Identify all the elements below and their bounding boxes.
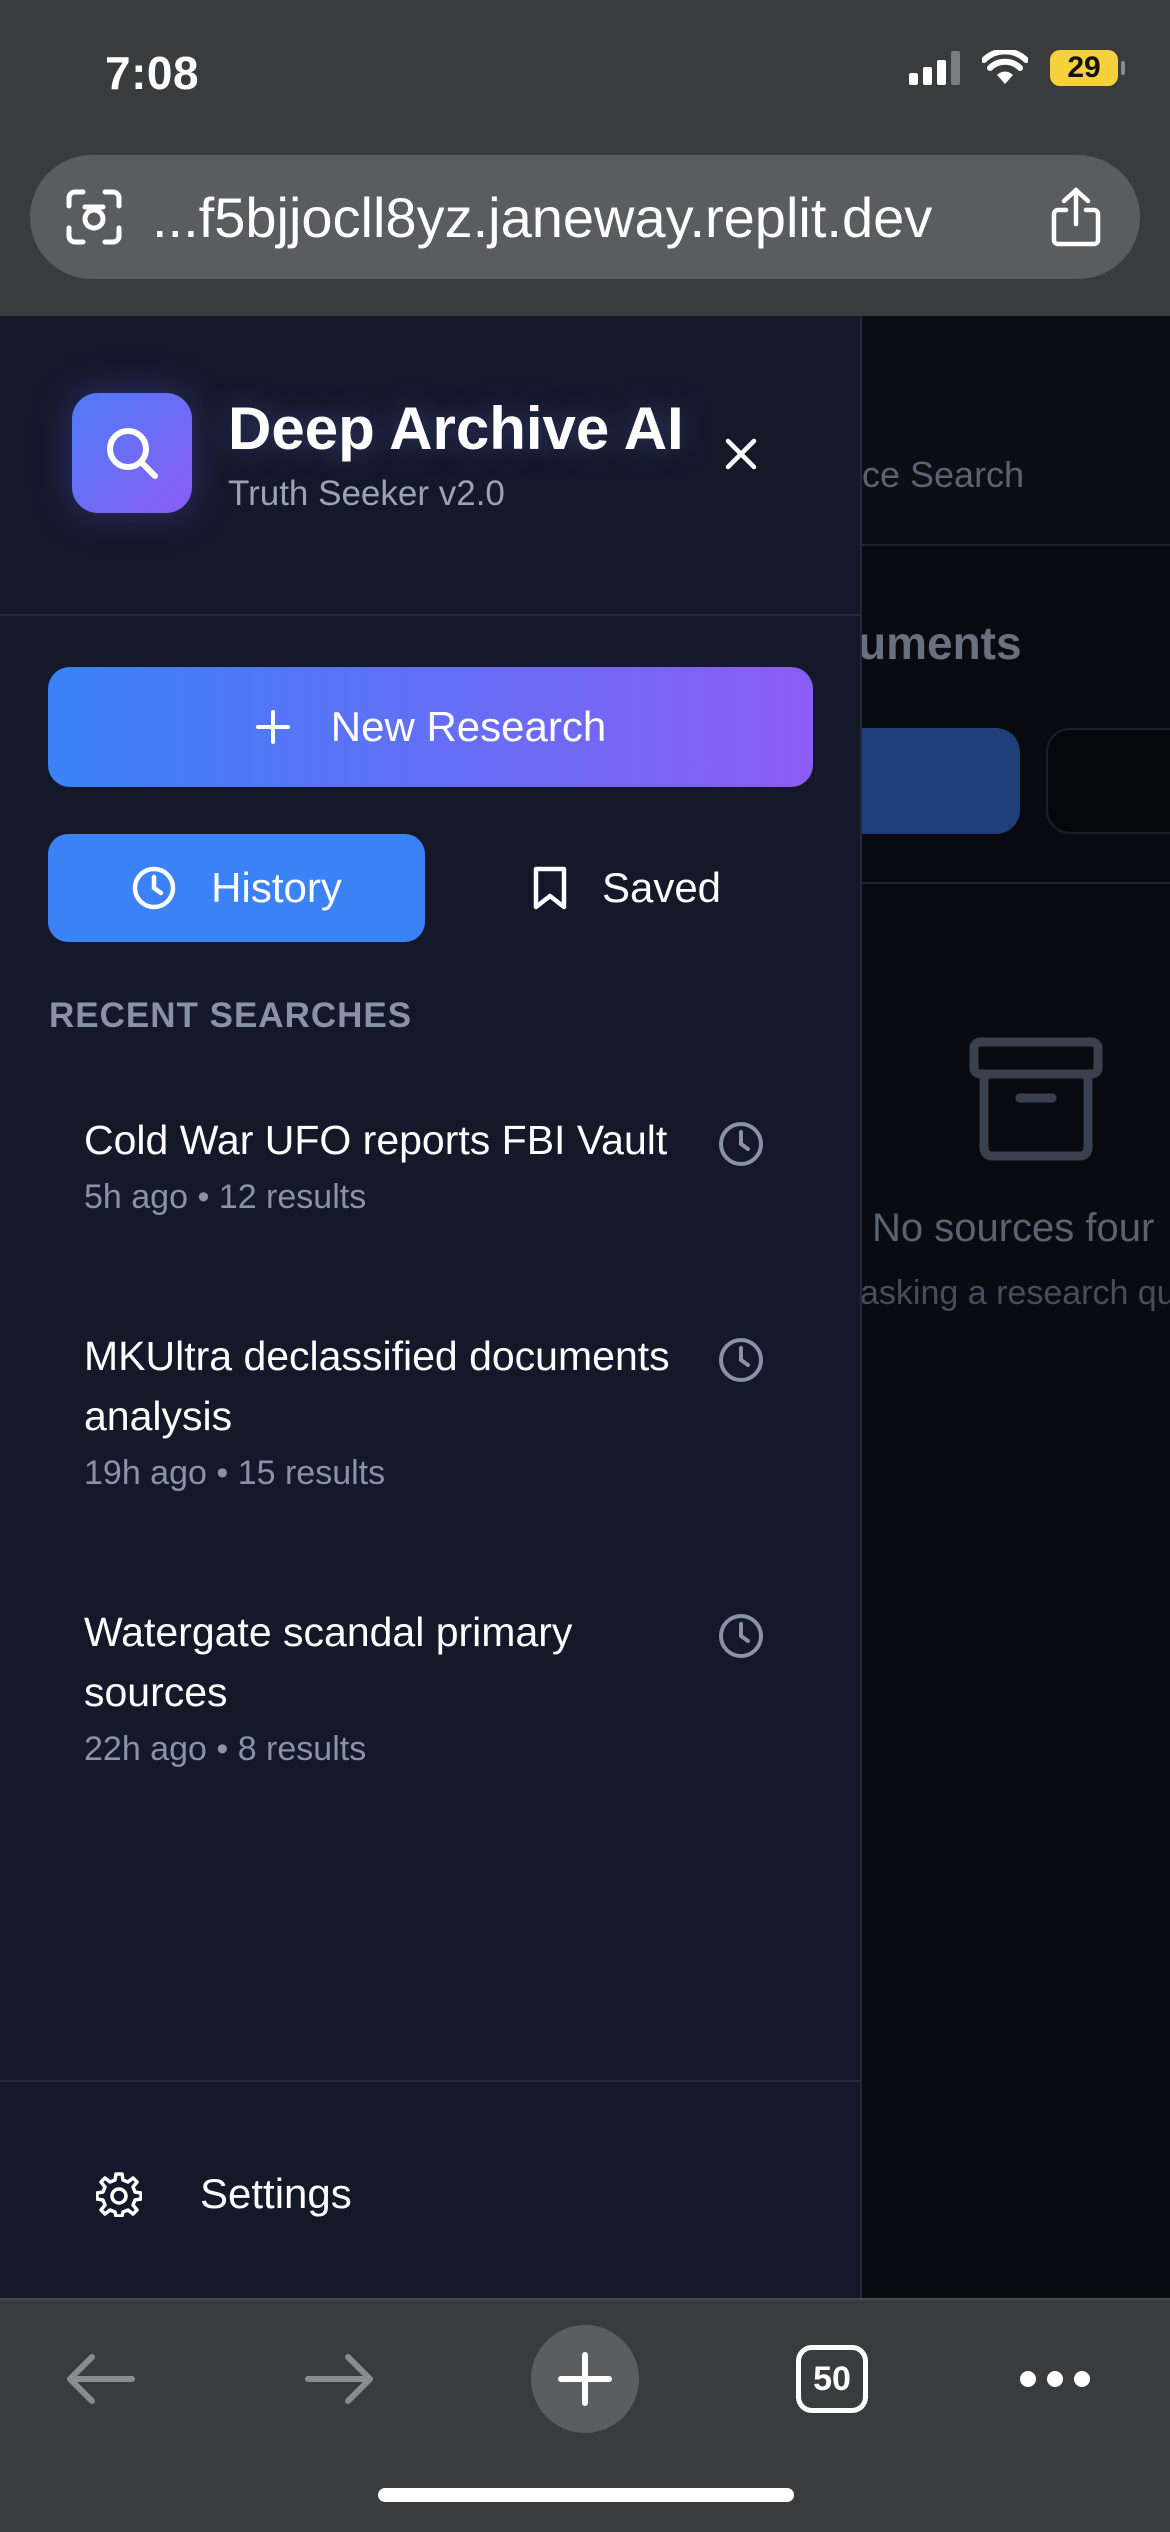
share-icon[interactable] bbox=[1046, 187, 1106, 247]
app-title: Deep Archive AI bbox=[228, 395, 684, 462]
tab-saved[interactable]: Saved bbox=[440, 834, 813, 942]
recent-search-item[interactable]: MKUltra declassified documents analysis … bbox=[48, 1326, 813, 1493]
archive-icon bbox=[969, 1037, 1103, 1161]
background-secondary-button bbox=[1046, 728, 1170, 834]
plus-icon bbox=[255, 710, 290, 744]
settings-button[interactable]: Settings bbox=[96, 2170, 352, 2218]
recent-search-title: Cold War UFO reports FBI Vault bbox=[84, 1117, 668, 1163]
app-subtitle: Truth Seeker v2.0 bbox=[228, 474, 505, 513]
drawer-footer: Settings bbox=[0, 2080, 862, 2298]
battery-indicator: 29 bbox=[1050, 50, 1125, 86]
side-drawer: Deep Archive AI Truth Seeker v2.0 New Re… bbox=[0, 316, 862, 2298]
tab-saved-label: Saved bbox=[601, 864, 722, 911]
page-scan-icon[interactable] bbox=[64, 187, 124, 247]
status-time: 7:08 bbox=[105, 47, 200, 99]
new-tab-button[interactable] bbox=[531, 2324, 639, 2434]
more-button[interactable] bbox=[1010, 2324, 1100, 2434]
tab-history-label: History bbox=[211, 864, 342, 911]
app-logo bbox=[72, 393, 192, 513]
background-divider bbox=[860, 882, 1170, 884]
clock-icon bbox=[719, 1338, 763, 1382]
forward-button[interactable] bbox=[292, 2324, 388, 2434]
settings-label: Settings bbox=[200, 2170, 352, 2217]
bookmark-icon bbox=[533, 866, 567, 910]
arrow-left-icon bbox=[67, 2354, 135, 2404]
background-search-hint: rce Search bbox=[850, 454, 1025, 495]
drawer-header: Deep Archive AI Truth Seeker v2.0 bbox=[0, 316, 862, 616]
wifi-icon bbox=[982, 50, 1028, 84]
search-icon bbox=[107, 428, 158, 479]
back-button[interactable] bbox=[52, 2324, 148, 2434]
clock-icon bbox=[719, 1122, 763, 1166]
new-research-button[interactable]: New Research bbox=[48, 667, 813, 787]
gear-icon bbox=[96, 2172, 142, 2217]
background-empty-title: No sources four bbox=[872, 1206, 1155, 1250]
clock-icon bbox=[719, 1614, 763, 1658]
battery-level: 29 bbox=[1067, 51, 1101, 84]
recent-search-meta: 19h ago • 15 results bbox=[84, 1454, 386, 1492]
url-bar[interactable]: ...f5bjjocll8yz.janeway.replit.dev bbox=[30, 155, 1140, 279]
url-text[interactable]: ...f5bjjocll8yz.janeway.replit.dev bbox=[152, 185, 1046, 250]
background-documents-heading: uments bbox=[858, 617, 1022, 669]
browser-top-chrome: 7:08 29 ...f5bjjocll8yz.janeway.replit.d… bbox=[0, 0, 1170, 316]
tabs-count: 50 bbox=[796, 2345, 868, 2413]
recent-search-meta: 22h ago • 8 results bbox=[84, 1730, 367, 1768]
home-indicator bbox=[378, 2488, 794, 2502]
recent-search-title: MKUltra declassified documents analysis bbox=[84, 1333, 670, 1439]
background-empty-subtitle: asking a research qu bbox=[860, 1274, 1170, 1312]
status-indicators: 29 bbox=[909, 50, 1125, 86]
recent-search-item[interactable]: Cold War UFO reports FBI Vault 5h ago • … bbox=[48, 1110, 813, 1217]
tab-history[interactable]: History bbox=[48, 834, 425, 942]
arrow-right-icon bbox=[305, 2354, 373, 2404]
cellular-signal-icon bbox=[909, 51, 960, 85]
recent-search-item[interactable]: Watergate scandal primary sources 22h ag… bbox=[48, 1602, 813, 1769]
plus-icon bbox=[558, 2352, 612, 2406]
close-icon bbox=[725, 438, 757, 470]
new-research-label: New Research bbox=[330, 703, 607, 750]
tabs-button[interactable]: 50 bbox=[792, 2324, 872, 2434]
close-drawer-button[interactable] bbox=[714, 427, 768, 481]
recent-searches-heading: RECENT SEARCHES bbox=[49, 996, 413, 1035]
recent-search-meta: 5h ago • 12 results bbox=[84, 1178, 367, 1216]
new-tab-circle bbox=[531, 2325, 639, 2433]
clock-icon bbox=[132, 866, 176, 910]
recent-search-title: Watergate scandal primary sources bbox=[84, 1609, 573, 1715]
more-dots-icon bbox=[1020, 2371, 1090, 2387]
